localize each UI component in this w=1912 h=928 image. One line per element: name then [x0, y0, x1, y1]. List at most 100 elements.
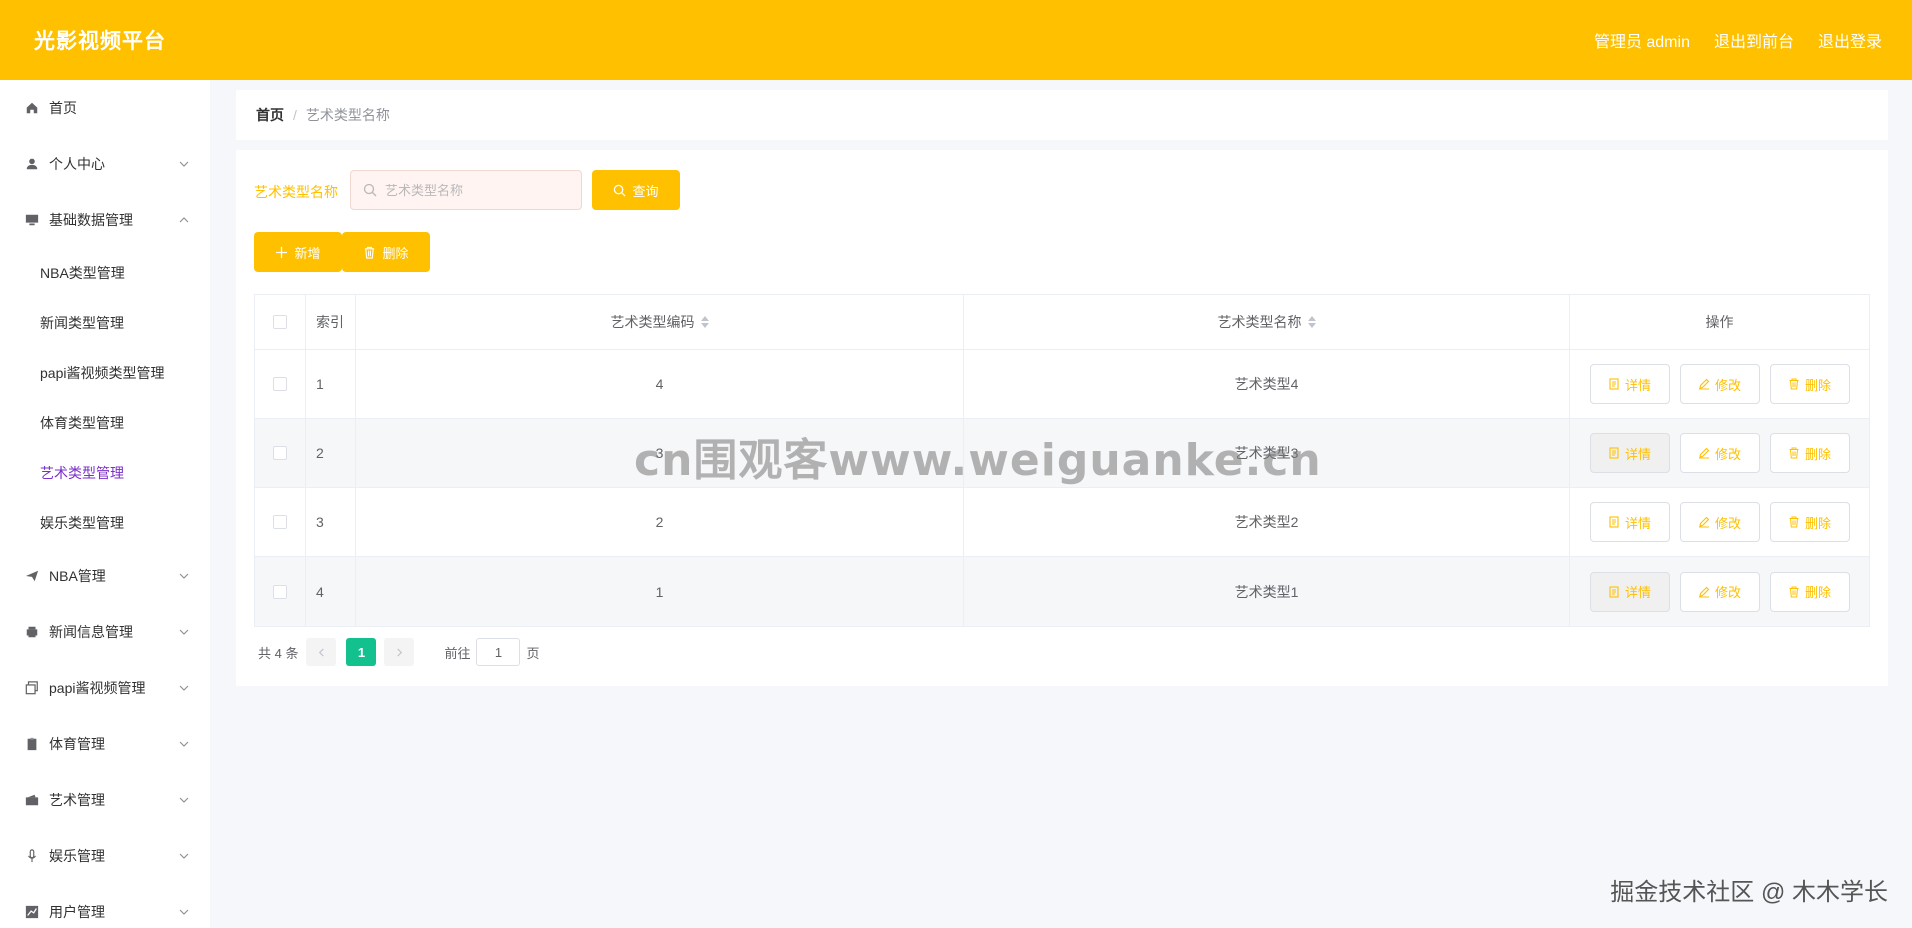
trash-icon [1789, 586, 1799, 597]
query-button-label: 查询 [632, 183, 659, 199]
sidebar-item-label: 新闻信息管理 [49, 624, 133, 640]
add-button[interactable]: 新增 [254, 232, 342, 272]
main-panel: 艺术类型名称 查询 新增 删除 索引 艺术类型编码 艺术类型名称 操作 14艺术… [236, 150, 1888, 686]
delete-button[interactable]: 删除 [1769, 502, 1850, 542]
header-check-cell [255, 295, 306, 349]
top-header: 光影视频平台 管理员 admin 退出到前台 退出登录 [0, 0, 1912, 80]
brand-title: 光影视频平台 [34, 30, 166, 53]
sidebar-item-home[interactable]: 首页 [0, 80, 210, 136]
row-check-cell [255, 350, 306, 418]
prev-page-button[interactable] [306, 638, 337, 666]
breadcrumb: 首页 / 艺术类型名称 [236, 90, 1888, 140]
sidebar-item-art[interactable]: 艺术管理 [0, 772, 210, 828]
sidebar-item-personal[interactable]: 个人中心 [0, 136, 210, 192]
chart-icon [24, 904, 40, 920]
detail-button[interactable]: 详情 [1589, 571, 1670, 612]
query-button[interactable]: 查询 [592, 170, 680, 210]
sidebar-item-users[interactable]: 用户管理 [0, 884, 210, 928]
row-index: 1 [306, 350, 356, 418]
next-page-button[interactable] [384, 638, 415, 666]
user-icon [24, 156, 40, 172]
table-row: 3 2 艺术类型2 详情 修改 删除 [255, 488, 1869, 557]
detail-button[interactable]: 详情 [1589, 433, 1670, 473]
sidebar-item-nba[interactable]: NBA管理 [0, 548, 210, 604]
header-code[interactable]: 艺术类型编码 [356, 295, 964, 349]
chevron-down-icon [179, 797, 189, 803]
search-input[interactable] [385, 182, 565, 198]
row-ops: 详情 修改 删除 [1570, 419, 1869, 487]
header-name[interactable]: 艺术类型名称 [964, 295, 1570, 349]
row-ops: 详情 修改 删除 [1570, 557, 1869, 626]
edit-label: 修改 [1714, 515, 1741, 531]
front-link[interactable]: 退出到前台 [1714, 28, 1794, 52]
select-all-checkbox[interactable] [273, 315, 287, 329]
detail-button[interactable]: 详情 [1589, 502, 1670, 542]
sidebar-sub-nba-type[interactable]: NBA类型管理 [0, 248, 210, 298]
sidebar-item-label: 个人中心 [49, 156, 105, 172]
sidebar-sub-papi-type[interactable]: papi酱视频类型管理 [0, 348, 210, 398]
pager-goto-input[interactable] [476, 638, 521, 666]
delete-button[interactable]: 删除 [1769, 364, 1850, 404]
logout-link[interactable]: 退出登录 [1818, 28, 1882, 52]
edit-icon [1698, 586, 1710, 598]
sort-icon[interactable] [700, 316, 709, 328]
chevron-up-icon [179, 217, 189, 223]
edit-button[interactable]: 修改 [1679, 364, 1760, 404]
delete-label: 删除 [1804, 515, 1831, 531]
document-icon [1609, 516, 1619, 528]
sidebar-item-label: 首页 [49, 100, 77, 116]
sidebar-sub-news-type[interactable]: 新闻类型管理 [0, 298, 210, 348]
sidebar-sub-ent-type[interactable]: 娱乐类型管理 [0, 498, 210, 548]
row-index: 2 [306, 419, 356, 487]
search-label: 艺术类型名称 [254, 184, 338, 200]
detail-label: 详情 [1624, 515, 1651, 531]
row-index: 4 [306, 557, 356, 626]
delete-button[interactable]: 删除 [1769, 433, 1850, 473]
sidebar-item-label: papi酱视频管理 [49, 680, 146, 696]
sidebar-item-sports[interactable]: 体育管理 [0, 716, 210, 772]
sidebar-item-papi[interactable]: papi酱视频管理 [0, 660, 210, 716]
edit-button[interactable]: 修改 [1679, 571, 1760, 612]
home-icon [24, 100, 40, 116]
sidebar-item-news[interactable]: 新闻信息管理 [0, 604, 210, 660]
table-row: 1 4 艺术类型4 详情 修改 删除 [255, 350, 1869, 419]
delete-label: 删除 [1804, 585, 1831, 600]
edit-button[interactable]: 修改 [1679, 502, 1760, 542]
delete-label: 删除 [1804, 377, 1831, 393]
send-icon [24, 568, 40, 584]
sort-icon[interactable] [1307, 316, 1316, 328]
row-checkbox[interactable] [273, 377, 287, 391]
header-code-label: 艺术类型编码 [610, 314, 695, 330]
batch-delete-button[interactable]: 删除 [342, 232, 430, 272]
sidebar-item-ent[interactable]: 娱乐管理 [0, 828, 210, 884]
sidebar-item-basic[interactable]: 基础数据管理 [0, 192, 210, 248]
edit-icon [1698, 378, 1710, 390]
search-icon [614, 184, 627, 197]
search-field[interactable] [350, 170, 582, 210]
search-icon [363, 183, 377, 197]
table-row: 4 1 艺术类型1 详情 修改 删除 [255, 557, 1869, 626]
row-checkbox[interactable] [273, 515, 287, 529]
page-number-current[interactable]: 1 [346, 638, 377, 666]
edit-button[interactable]: 修改 [1679, 433, 1760, 473]
plus-icon [276, 246, 288, 258]
header-ops: 操作 [1705, 314, 1734, 330]
document-icon [1609, 585, 1619, 598]
row-checkbox[interactable] [273, 584, 287, 599]
add-button-label: 新增 [294, 245, 321, 261]
detail-button[interactable]: 详情 [1589, 364, 1670, 404]
sidebar-sub-art-type[interactable]: 艺术类型管理 [0, 448, 210, 498]
delete-button[interactable]: 删除 [1769, 571, 1850, 612]
chevron-down-icon [179, 685, 189, 691]
sidebar-sub-sports-type[interactable]: 体育类型管理 [0, 398, 210, 448]
delete-label: 删除 [1804, 446, 1831, 462]
breadcrumb-home[interactable]: 首页 [256, 105, 284, 125]
edit-icon [1698, 516, 1710, 528]
row-checkbox[interactable] [273, 446, 287, 460]
chevron-down-icon [179, 629, 189, 635]
row-ops: 详情 修改 删除 [1570, 488, 1869, 556]
row-name: 艺术类型1 [964, 557, 1570, 626]
row-check-cell [255, 557, 306, 626]
header-actions: 管理员 admin 退出到前台 退出登录 [1594, 28, 1882, 52]
chevron-down-icon [179, 853, 189, 859]
